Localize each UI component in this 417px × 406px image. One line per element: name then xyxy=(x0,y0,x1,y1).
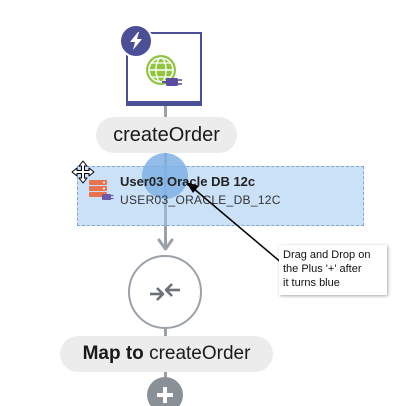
trigger-node-bar xyxy=(126,101,202,106)
add-action-button[interactable] xyxy=(147,377,183,406)
map-label-target: createOrder xyxy=(149,343,251,364)
lightning-bolt-icon xyxy=(130,32,142,50)
globe-plug-icon xyxy=(146,55,182,86)
map-arrows-icon xyxy=(150,283,180,301)
move-cursor-icon xyxy=(71,160,95,184)
trigger-badge xyxy=(119,24,153,58)
annotation-line: the Plus '+' after xyxy=(283,263,362,275)
integration-canvas: createOrder User03 Oracle DB 12c USER03_… xyxy=(0,0,417,406)
annotation-line: it turns blue xyxy=(283,277,340,289)
plus-icon xyxy=(157,387,173,403)
map-node-label[interactable]: Map to createOrder xyxy=(60,336,273,372)
annotation-callout: Drag and Drop on the Plus '+' after it t… xyxy=(279,245,387,295)
trigger-label[interactable]: createOrder xyxy=(96,117,237,153)
map-label-prefix: Map to xyxy=(82,343,144,364)
flow-arrowhead xyxy=(157,238,174,251)
connection-identifier: USER03_ORACLE_DB_12C xyxy=(120,193,281,207)
map-node[interactable] xyxy=(128,255,202,329)
annotation-line: Drag and Drop on xyxy=(283,249,371,261)
connection-name: User03 Oracle DB 12c xyxy=(120,174,256,189)
